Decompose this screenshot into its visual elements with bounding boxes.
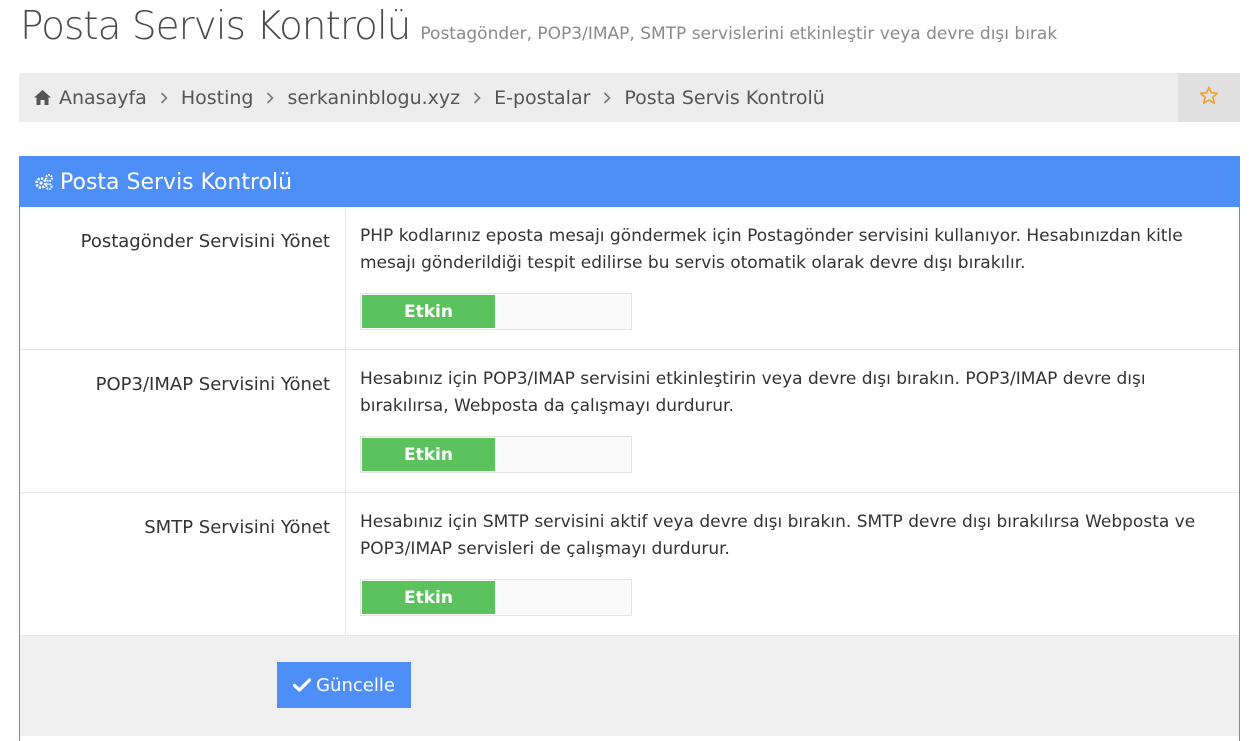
- service-description: PHP kodlarınız eposta mesajı göndermek i…: [360, 226, 1183, 273]
- page-title: Posta Servis Kontrolü: [20, 4, 411, 49]
- toggle-on-label: Etkin: [362, 438, 495, 471]
- service-label: SMTP Servisini Yönet: [20, 493, 346, 635]
- service-description: Hesabınız için POP3/IMAP servisini etkin…: [360, 369, 1146, 416]
- breadcrumb-items: Anasayfa Hosting serkaninblogu.xyz E-pos…: [19, 73, 1178, 122]
- panel-heading: Posta Servis Kontrolü: [20, 157, 1239, 207]
- chevron-right-icon: [473, 91, 481, 104]
- panel-title: Posta Servis Kontrolü: [60, 169, 293, 195]
- breadcrumb-emails[interactable]: E-postalar: [494, 87, 590, 109]
- service-row-pop3-imap: POP3/IMAP Servisini Yönet Hesabınız için…: [20, 350, 1239, 493]
- breadcrumb-home-label: Anasayfa: [59, 86, 147, 109]
- page-subtitle: Postagönder, POP3/IMAP, SMTP servislerin…: [420, 24, 1058, 44]
- home-icon: [33, 89, 52, 106]
- gears-icon: [34, 173, 54, 191]
- breadcrumb: Anasayfa Hosting serkaninblogu.xyz E-pos…: [19, 73, 1240, 122]
- service-row-smtp: SMTP Servisini Yönet Hesabınız için SMTP…: [20, 493, 1239, 636]
- star-outline-icon: [1199, 86, 1219, 109]
- pop3-imap-toggle[interactable]: Etkin: [360, 436, 632, 473]
- check-icon: [293, 678, 312, 692]
- toggle-on-label: Etkin: [362, 295, 495, 328]
- breadcrumb-home[interactable]: Anasayfa: [33, 87, 147, 109]
- toggle-on-label: Etkin: [362, 581, 495, 614]
- favorite-button[interactable]: [1178, 73, 1240, 122]
- chevron-right-icon: [603, 91, 612, 104]
- mail-service-panel: Posta Servis Kontrolü Postagönder Servis…: [19, 156, 1240, 741]
- smtp-toggle[interactable]: Etkin: [360, 579, 632, 616]
- chevron-right-icon: [160, 91, 168, 104]
- page-header: Posta Servis Kontrolü Postagönder, POP3/…: [20, 4, 1057, 49]
- breadcrumb-current: Posta Servis Kontrolü: [624, 86, 825, 109]
- service-body: Hesabınız için POP3/IMAP servisini etkin…: [346, 350, 1239, 492]
- service-label: Postagönder Servisini Yönet: [20, 207, 346, 349]
- breadcrumb-domain[interactable]: serkaninblogu.xyz: [287, 87, 460, 109]
- service-description: Hesabınız için SMTP servisini aktif veya…: [360, 512, 1196, 559]
- service-label: POP3/IMAP Servisini Yönet: [20, 350, 346, 492]
- postagonder-toggle[interactable]: Etkin: [360, 293, 632, 330]
- service-body: PHP kodlarınız eposta mesajı göndermek i…: [346, 207, 1239, 349]
- update-button-label: Güncelle: [316, 674, 395, 696]
- chevron-right-icon: [266, 91, 275, 104]
- panel-footer: Güncelle: [20, 636, 1239, 736]
- update-button[interactable]: Güncelle: [277, 662, 411, 708]
- service-body: Hesabınız için SMTP servisini aktif veya…: [346, 493, 1239, 635]
- service-row-postagonder: Postagönder Servisini Yönet PHP kodların…: [20, 207, 1239, 350]
- breadcrumb-hosting[interactable]: Hosting: [181, 87, 254, 109]
